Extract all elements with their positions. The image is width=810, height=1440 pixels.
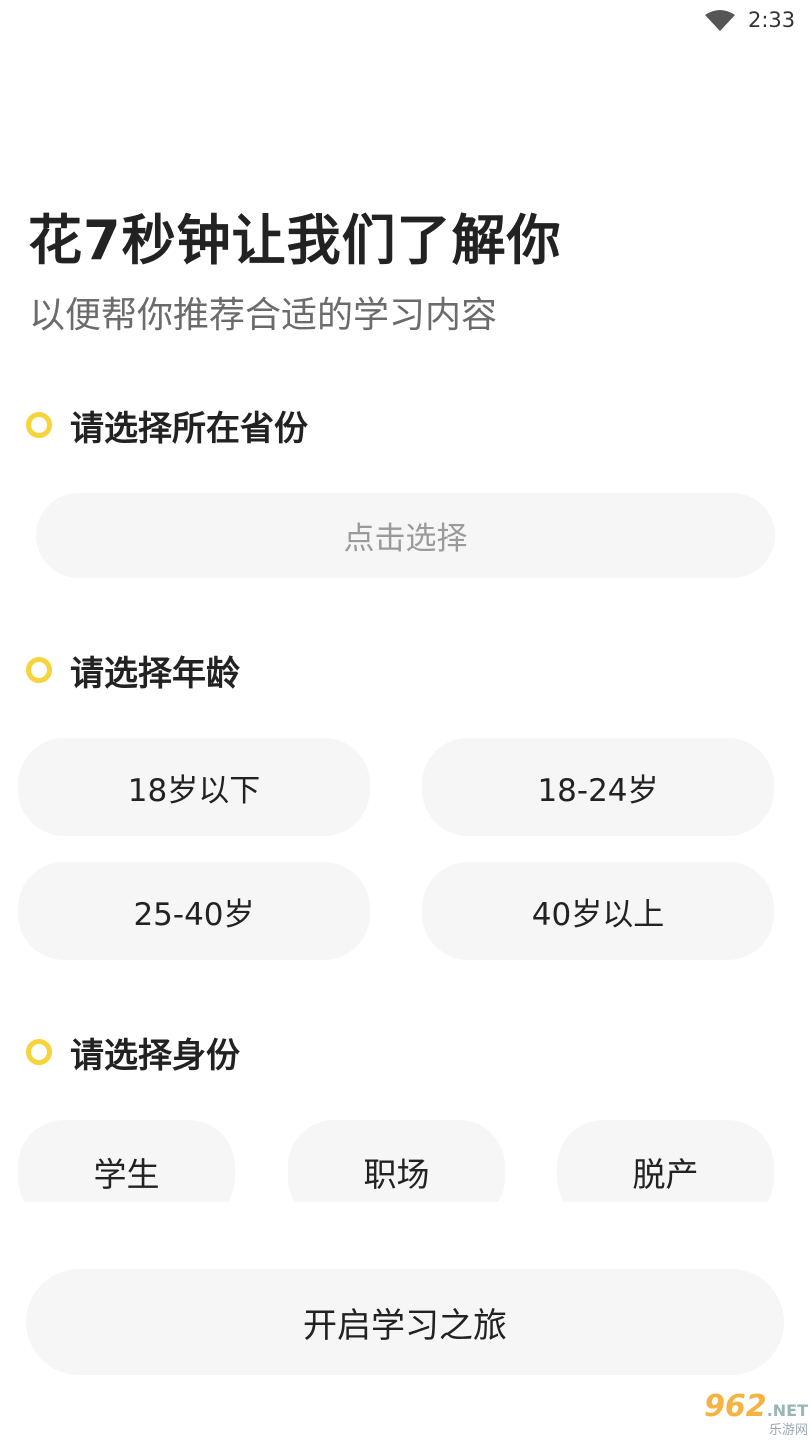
page-subtitle: 以便帮你推荐合适的学习内容: [29, 295, 498, 336]
identity-option-workplace[interactable]: 职场: [288, 1120, 505, 1202]
ring-bullet-icon: [26, 657, 52, 683]
status-bar: 2:33: [0, 0, 810, 42]
identity-section-label: 请选择身份: [70, 1035, 240, 1076]
age-option-over-40[interactable]: 40岁以上: [422, 862, 774, 960]
ring-bullet-icon: [26, 412, 52, 438]
start-learning-button[interactable]: 开启学习之旅: [26, 1269, 784, 1375]
province-select[interactable]: 点击选择: [36, 493, 775, 578]
page-title: 花7秒钟让我们了解你: [28, 209, 562, 272]
province-section-header: 请选择所在省份: [26, 405, 308, 449]
identity-options: 学生 职场 脱产: [0, 1120, 810, 1202]
ring-bullet-icon: [26, 1039, 52, 1065]
watermark-logo: 962.NET 乐游网: [678, 1389, 808, 1438]
age-section-label: 请选择年龄: [70, 653, 240, 694]
watermark-brand: 962.NET: [704, 1389, 808, 1424]
watermark-sub: 乐游网: [768, 1423, 808, 1438]
age-option-25-40[interactable]: 25-40岁: [18, 862, 370, 960]
onboarding-screen: 2:33 花7秒钟让我们了解你 以便帮你推荐合适的学习内容 请选择所在省份 点击…: [0, 0, 810, 1440]
identity-option-full-time-study[interactable]: 脱产: [557, 1120, 774, 1202]
identity-section-header: 请选择身份: [26, 1032, 240, 1076]
wifi-icon: [705, 10, 735, 31]
identity-option-student[interactable]: 学生: [18, 1120, 235, 1202]
age-option-under-18[interactable]: 18岁以下: [18, 738, 370, 836]
age-option-18-24[interactable]: 18-24岁: [422, 738, 774, 836]
province-section-label: 请选择所在省份: [70, 408, 308, 449]
status-time: 2:33: [748, 8, 796, 32]
age-section-header: 请选择年龄: [26, 650, 240, 694]
